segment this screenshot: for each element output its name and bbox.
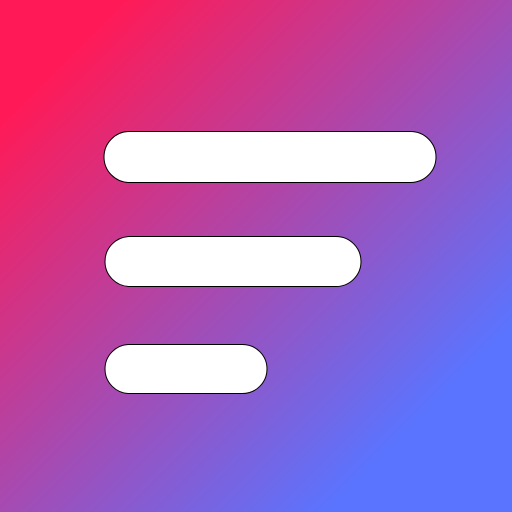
filter-bar-long (103, 131, 437, 183)
app-icon (0, 0, 512, 512)
filter-bar-medium (104, 236, 362, 287)
filter-bar-short (104, 344, 268, 394)
sort-filter-lines-icon (0, 0, 512, 512)
